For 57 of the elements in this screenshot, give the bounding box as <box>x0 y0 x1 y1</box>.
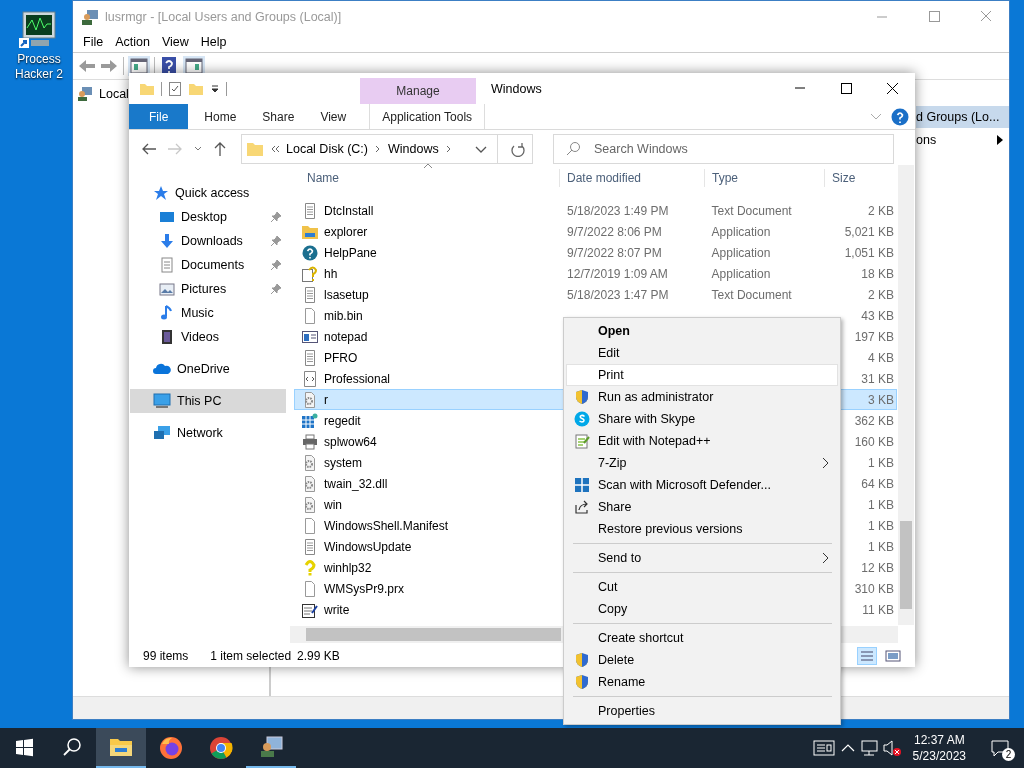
size-cell: 2 KB <box>868 287 894 302</box>
size-cell: 11 KB <box>862 602 894 617</box>
size-cell: 160 KB <box>854 434 894 449</box>
file-name: PFRO <box>324 350 358 365</box>
size-cell: 5,021 KB <box>844 224 894 239</box>
date-cell: 12/7/2019 1:09 AM <box>567 266 668 281</box>
size-cell: 1 KB <box>868 518 894 533</box>
type-cell: Text Document <box>711 203 792 218</box>
file-name: WMSysPr9.prx <box>324 581 404 596</box>
file-name: Professional <box>324 371 391 386</box>
size-cell: 1 KB <box>868 455 894 470</box>
size-cell: 2 KB <box>868 203 894 218</box>
size-cell: 1 KB <box>868 539 894 554</box>
type-cell: Application <box>711 224 771 239</box>
date-cell: 5/18/2023 1:47 PM <box>567 287 669 302</box>
file-name: WindowsShell.Manifest <box>324 518 449 533</box>
file-name: winhlp32 <box>324 560 372 575</box>
date-cell: 9/7/2022 8:06 PM <box>567 224 662 239</box>
size-cell: 197 KB <box>854 329 894 344</box>
size-cell: 1 KB <box>868 497 894 512</box>
file-name: WindowsUpdate <box>324 539 412 554</box>
size-cell: 362 KB <box>854 413 894 428</box>
size-cell: 3 KB <box>868 392 894 407</box>
type-cell: Application <box>711 245 771 260</box>
selection-size: 2.99 KB <box>297 649 340 663</box>
size-cell: 64 KB <box>861 476 894 491</box>
date-cell: 5/18/2023 1:49 PM <box>567 203 669 218</box>
file-name: write <box>324 602 350 617</box>
contextual-tab-header: Manage <box>360 78 476 104</box>
size-cell: 31 KB <box>861 371 894 386</box>
window-title: lusrmgr - [Local Users and Groups (Local)] <box>105 9 342 24</box>
window-title: Windows <box>490 81 542 96</box>
size-cell: 1,051 KB <box>844 245 894 260</box>
size-cell: 4 KB <box>868 350 894 365</box>
file-name: DtcInstall <box>324 203 374 218</box>
file-name: regedit <box>324 413 361 428</box>
file-name: splwow64 <box>324 434 377 449</box>
file-name: HelpPane <box>324 245 377 260</box>
file-name: lsasetup <box>324 287 369 302</box>
file-name: notepad <box>324 329 368 344</box>
file-name: explorer <box>324 224 368 239</box>
size-cell: 43 KB <box>861 308 894 323</box>
type-cell: Text Document <box>711 287 792 302</box>
type-cell: Application <box>711 266 771 281</box>
file-name: twain_32.dll <box>324 476 388 491</box>
file-name: hh <box>324 266 338 281</box>
size-cell: 18 KB <box>861 266 894 281</box>
notification-count: 2 <box>1002 748 1015 761</box>
item-count: 99 items <box>143 649 189 663</box>
selection-status: 1 item selected <box>210 649 292 663</box>
size-cell: 310 KB <box>854 581 894 596</box>
file-name: win <box>324 497 342 512</box>
file-name: r <box>324 392 328 407</box>
date-cell: 9/7/2022 8:07 PM <box>567 245 662 260</box>
file-name: system <box>324 455 362 470</box>
file-name: mib.bin <box>324 308 363 323</box>
size-cell: 12 KB <box>861 560 894 575</box>
